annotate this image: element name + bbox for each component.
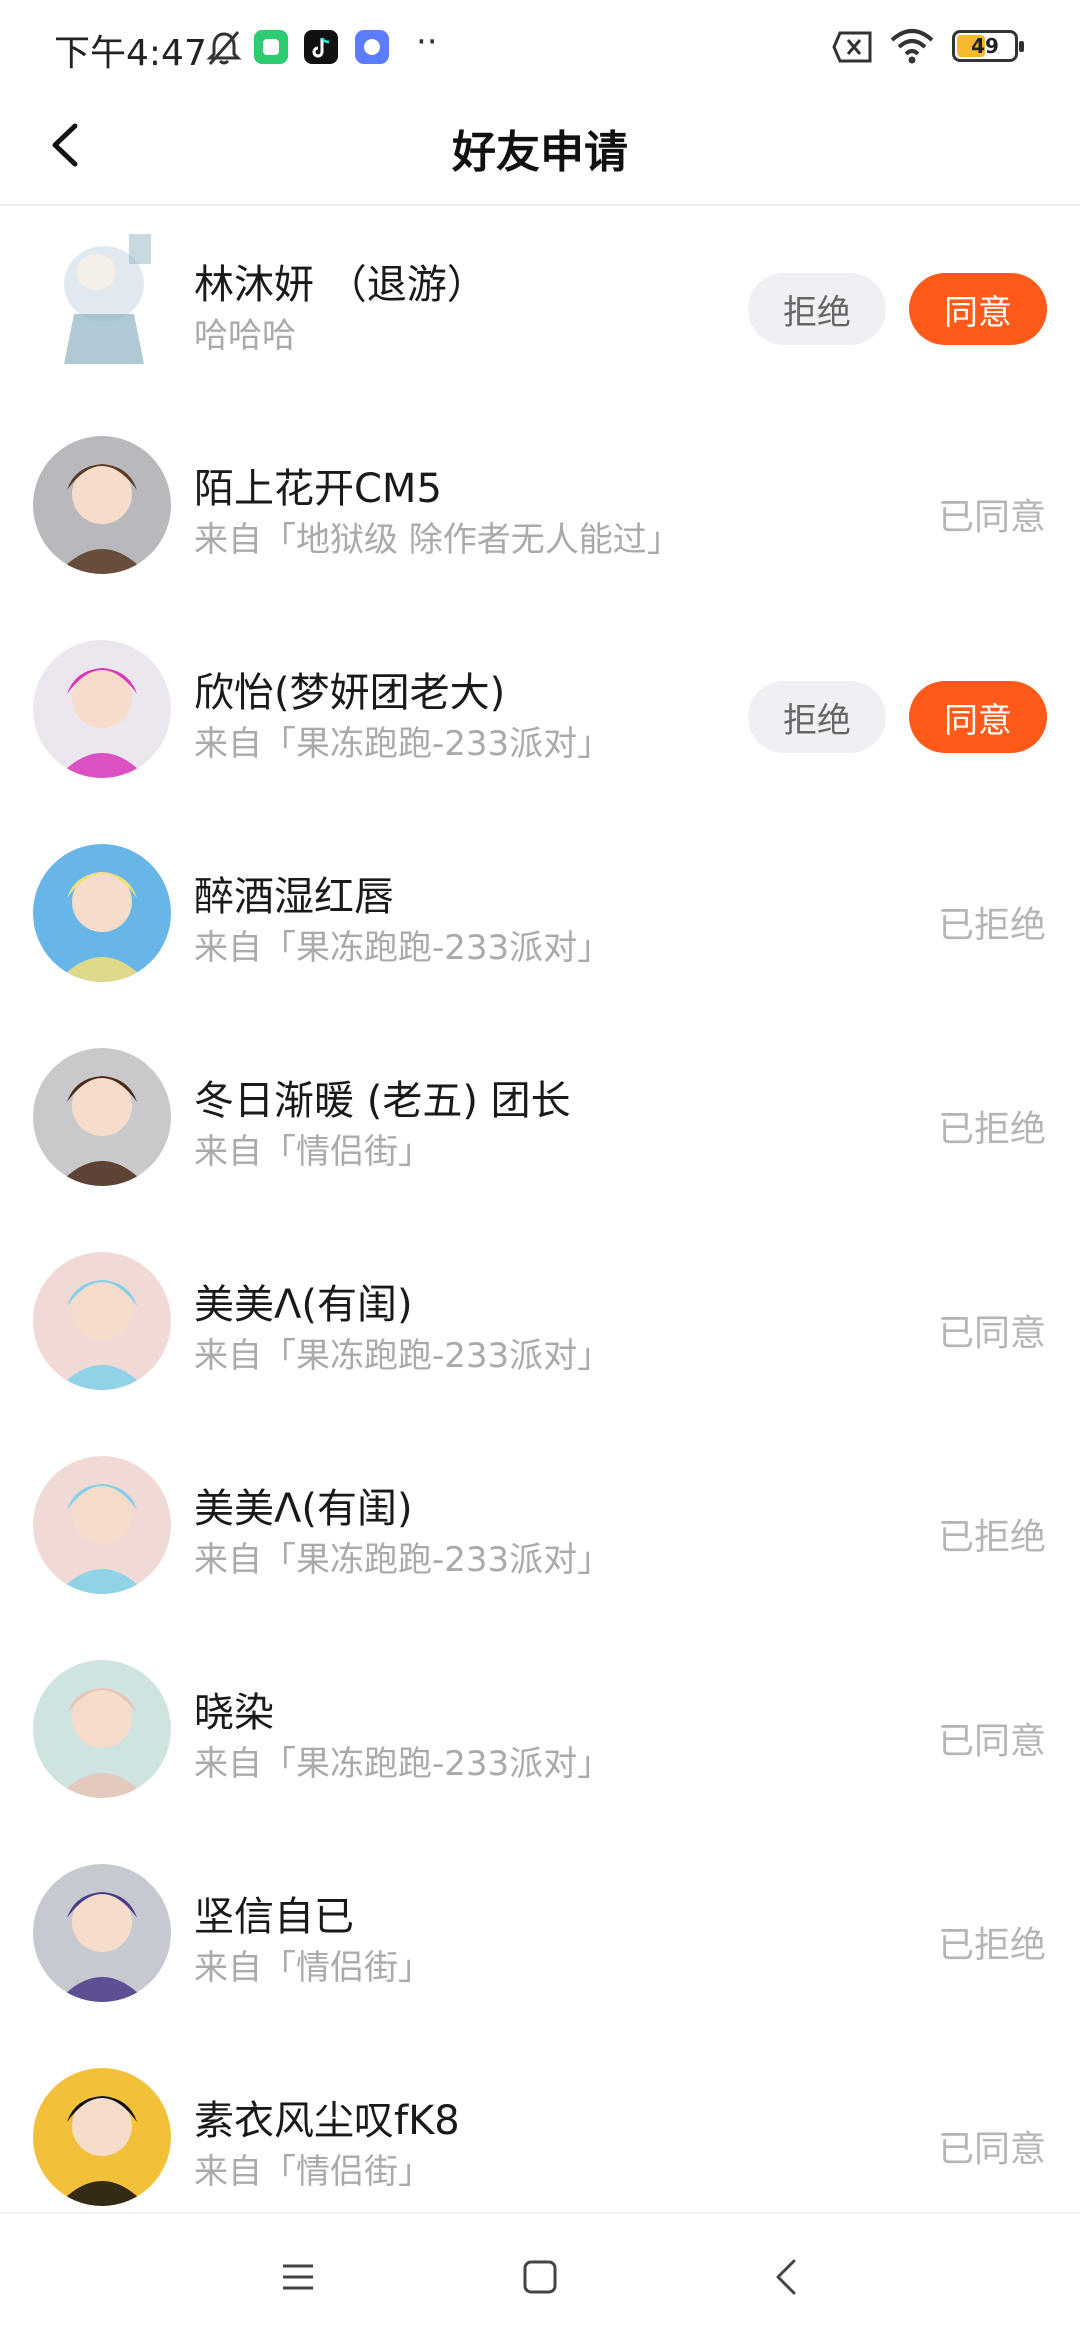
avatar[interactable] bbox=[33, 1048, 171, 1186]
wifi-icon bbox=[888, 26, 936, 66]
request-status: 已拒绝 bbox=[937, 1109, 1046, 1150]
request-row[interactable]: 坚信自已来自「情侣街」 已拒绝 bbox=[0, 1840, 1080, 2044]
request-source: 来自「果冻跑跑-233派对」 bbox=[194, 928, 612, 968]
accept-button[interactable]: 同意 bbox=[909, 681, 1047, 753]
requester-name: 美美ᐱ(有闺) bbox=[194, 1282, 413, 1328]
request-row[interactable]: 欣怡(梦妍团老大) 来自「果冻跑跑-233派对」 拒绝 同意 bbox=[0, 616, 1080, 820]
friend-request-list[interactable]: 林沐妍 （退游） 哈哈哈 拒绝 同意 陌上花开CM5 来自「地狱级 除作者无人能过」 已同意… bbox=[0, 208, 1080, 2213]
page-title: 好友申请 bbox=[452, 127, 628, 178]
requester-name: 林沐妍 （退游） bbox=[194, 262, 487, 308]
request-status: 已拒绝 bbox=[937, 1925, 1046, 1966]
avatar[interactable] bbox=[33, 844, 171, 982]
navigation-bar bbox=[0, 2212, 1080, 2340]
request-source: 来自「情侣街」 bbox=[194, 1948, 432, 1988]
requester-name: 陌上花开CM5 bbox=[194, 466, 442, 512]
reject-button[interactable]: 拒绝 bbox=[748, 681, 886, 753]
more-dots-icon: ·· bbox=[416, 22, 438, 62]
request-row[interactable]: 冬日渐暖 (老五) 团长来自「情侣街」 已拒绝 bbox=[0, 1024, 1080, 1228]
requester-name: 美美ᐱ(有闺) bbox=[194, 1486, 413, 1532]
request-row[interactable]: 美美ᐱ(有闺) 来自「果冻跑跑-233派对」 已拒绝 bbox=[0, 1432, 1080, 1636]
request-status: 已同意 bbox=[937, 1721, 1046, 1762]
app-chat-icon bbox=[355, 30, 389, 64]
sim-off-icon bbox=[832, 30, 874, 64]
avatar[interactable] bbox=[34, 224, 174, 374]
request-row[interactable]: 美美ᐱ(有闺) 来自「果冻跑跑-233派对」 已同意 bbox=[0, 1228, 1080, 1432]
requester-name: 欣怡(梦妍团老大) bbox=[194, 670, 506, 716]
request-status: 已拒绝 bbox=[937, 1517, 1046, 1558]
bell-muted-icon bbox=[204, 28, 244, 68]
request-status: 已同意 bbox=[937, 1313, 1046, 1354]
battery-level: 49 bbox=[971, 34, 999, 58]
request-source: 来自「地狱级 除作者无人能过」 bbox=[194, 520, 681, 560]
avatar[interactable] bbox=[33, 1660, 171, 1798]
home-square-icon bbox=[523, 2260, 557, 2294]
requester-name: 坚信自已 bbox=[194, 1894, 354, 1940]
request-row[interactable]: 陌上花开CM5 来自「地狱级 除作者无人能过」 已同意 bbox=[0, 412, 1080, 616]
request-row[interactable]: 林沐妍 （退游） 哈哈哈 拒绝 同意 bbox=[0, 208, 1080, 412]
avatar[interactable] bbox=[33, 1456, 171, 1594]
avatar[interactable] bbox=[33, 436, 171, 574]
requester-name: 冬日渐暖 (老五) 团长 bbox=[194, 1078, 571, 1124]
tiktok-icon bbox=[304, 30, 338, 64]
request-row[interactable]: 醉酒湿红唇来自「果冻跑跑-233派对」 已拒绝 bbox=[0, 820, 1080, 1024]
request-status: 已同意 bbox=[937, 497, 1046, 538]
requester-name: 晓染 bbox=[194, 1690, 274, 1736]
avatar[interactable] bbox=[33, 1864, 171, 2002]
avatar[interactable] bbox=[33, 2068, 171, 2206]
accept-button[interactable]: 同意 bbox=[909, 273, 1047, 345]
request-source: 来自「情侣街」 bbox=[194, 2152, 432, 2192]
request-source: 来自「果冻跑跑-233派对」 bbox=[194, 1744, 612, 1784]
requester-name: 素衣风尘叹fK8 bbox=[194, 2098, 460, 2144]
battery-icon: 49 bbox=[952, 30, 1024, 62]
request-row[interactable]: 晓染来自「果冻跑跑-233派对」 已同意 bbox=[0, 1636, 1080, 1840]
header: 好友申请 bbox=[0, 90, 1080, 206]
request-status: 已同意 bbox=[937, 2129, 1046, 2170]
request-row[interactable]: 素衣风尘叹fK8 来自「情侣街」 已同意 bbox=[0, 2044, 1080, 2213]
avatar[interactable] bbox=[33, 640, 171, 778]
avatar[interactable] bbox=[33, 1252, 171, 1390]
request-source: 来自「情侣街」 bbox=[194, 1132, 432, 1172]
request-source: 来自「果冻跑跑-233派对」 bbox=[194, 1540, 612, 1580]
reject-button[interactable]: 拒绝 bbox=[748, 273, 886, 345]
recent-apps-button[interactable] bbox=[268, 2252, 328, 2302]
status-bar: 下午4:47 ·· 49 bbox=[0, 0, 1080, 90]
app-notification-icon bbox=[254, 30, 288, 64]
request-source: 哈哈哈 bbox=[194, 316, 296, 356]
request-source: 来自「果冻跑跑-233派对」 bbox=[194, 724, 612, 764]
home-button[interactable] bbox=[510, 2252, 570, 2302]
request-status: 已拒绝 bbox=[937, 905, 1046, 946]
request-source: 来自「果冻跑跑-233派对」 bbox=[194, 1336, 612, 1376]
back-triangle-icon bbox=[776, 2259, 796, 2295]
menu-icon bbox=[283, 2264, 313, 2290]
status-time: 下午4:47 bbox=[54, 33, 207, 74]
system-back-button[interactable] bbox=[756, 2252, 816, 2302]
requester-name: 醉酒湿红唇 bbox=[194, 874, 394, 920]
